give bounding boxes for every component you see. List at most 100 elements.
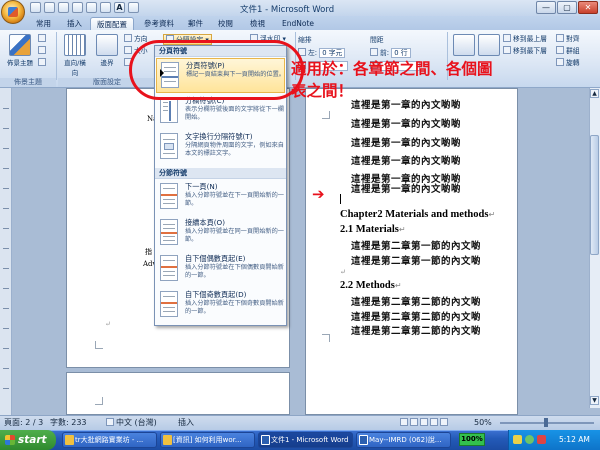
open-icon[interactable] — [86, 2, 97, 13]
tab-page-layout[interactable]: 版面配置 — [90, 17, 134, 30]
tab-endnote[interactable]: EndNote — [276, 17, 320, 30]
close-button[interactable]: ✕ — [578, 1, 598, 14]
section-heading: 2.1 Materials↵ — [340, 224, 406, 235]
vertical-ruler — [0, 88, 12, 415]
margins-button[interactable]: 邊界 — [92, 33, 122, 68]
menu-item-title: 自下個偶數頁起(E) — [185, 254, 246, 263]
text-wrap-button[interactable] — [477, 33, 500, 58]
rotate-button[interactable]: 旋轉 — [556, 58, 580, 69]
status-word-count[interactable]: 字數: 233 — [50, 417, 87, 428]
menu-item-title: 文字換行分隔符號(T) — [185, 132, 253, 141]
status-language[interactable]: 中文 (台灣) — [106, 417, 157, 428]
theme-colors-icon[interactable] — [38, 34, 48, 45]
text-wrapping-break-icon — [160, 133, 178, 159]
menu-item-description: 分隔網頁物件周圍的文字，例如來自本文的標註文字。 — [185, 142, 284, 157]
margin-corner-mark — [322, 334, 330, 342]
web-layout-view-icon[interactable] — [420, 418, 428, 426]
tray-icon[interactable] — [537, 435, 546, 444]
body-text-line: 這裡是第一章的內文喲喲 — [351, 119, 462, 130]
section-heading-text: 2.2 Methods — [340, 280, 395, 291]
font-icon[interactable]: A — [114, 2, 125, 13]
themes-button[interactable]: 佈景主題 — [4, 33, 36, 68]
tab-review[interactable]: 校閱 — [212, 17, 239, 30]
menu-item-description: 表示分欄符號後面的文字將從下一欄開始。 — [185, 106, 284, 121]
battery-indicator[interactable]: 100% — [459, 433, 485, 446]
spell-check-icon — [106, 418, 114, 426]
menu-item-title: 下一頁(N) — [185, 182, 218, 191]
tab-mailings[interactable]: 郵件 — [182, 17, 209, 30]
mouse-pointer-icon — [160, 69, 164, 77]
group-button[interactable]: 群組 — [556, 46, 580, 57]
menu-item-continuous[interactable]: 接續本頁(O) 插入分節符號並在同一頁開始新的一節。 — [156, 216, 285, 251]
menu-item-description: 插入分節符號並在同一頁開始新的一節。 — [185, 228, 284, 243]
office-button[interactable] — [1, 0, 25, 24]
margins-label: 邊界 — [100, 59, 114, 67]
even-page-break-icon — [160, 255, 178, 281]
menu-item-description: 插入分節符號並在下一頁開始新的一節。 — [185, 192, 284, 207]
scroll-up-icon[interactable]: ▲ — [590, 89, 599, 98]
taskbar-item[interactable]: May--IMRD (062)說... — [356, 432, 451, 448]
themes-label: 佈景主題 — [7, 59, 33, 67]
menu-item-next-page[interactable]: 下一頁(N) 插入分節符號並在下一頁開始新的一節。 — [156, 180, 285, 215]
theme-fonts-icon[interactable] — [38, 46, 48, 57]
document-page-3[interactable] — [66, 372, 290, 415]
bring-front-button[interactable]: 移到最上層 — [503, 34, 547, 45]
theme-effects-icon[interactable] — [38, 58, 48, 69]
spacing-before-input[interactable]: 0 行 — [391, 48, 411, 58]
full-screen-view-icon[interactable] — [410, 418, 418, 426]
page1-text-fragment: 指 — [145, 248, 152, 256]
indent-group-title: 縮排 — [298, 36, 312, 44]
red-highlight-circle — [129, 40, 304, 100]
office-logo-icon — [8, 7, 18, 17]
undo-icon[interactable] — [44, 2, 55, 13]
text-direction-button[interactable]: 直向/橫向 — [60, 33, 90, 78]
indent-left-input[interactable]: 0 字元 — [319, 48, 346, 58]
odd-page-break-icon — [160, 291, 178, 317]
tray-icon[interactable] — [513, 435, 522, 444]
taskbar-item[interactable]: tr大批網路實業坊 - ... — [62, 432, 157, 448]
print-layout-view-icon[interactable] — [400, 418, 408, 426]
margin-corner-mark — [95, 341, 103, 349]
scrollbar-thumb[interactable] — [590, 135, 599, 255]
spacing-before-icon — [370, 48, 378, 56]
tab-view[interactable]: 檢視 — [244, 17, 271, 30]
menu-item-title: 自下個奇數頁起(D) — [185, 290, 247, 299]
draft-view-icon[interactable] — [440, 418, 448, 426]
tab-insert[interactable]: 插入 — [61, 17, 88, 30]
group-label: 群組 — [566, 47, 580, 55]
print-preview-icon[interactable] — [100, 2, 111, 13]
align-button[interactable]: 對齊 — [556, 34, 580, 45]
zoom-slider-thumb[interactable] — [544, 418, 548, 427]
app-icon — [65, 435, 74, 445]
taskbar-item[interactable]: [資訊] 如何利用wor... — [160, 432, 255, 448]
menu-item-even-page[interactable]: 自下個偶數頁起(E) 插入分節符號並在下個偶數頁開始新的一節。 — [156, 252, 285, 287]
paragraph-mark: ↵ — [340, 268, 346, 276]
redo-icon[interactable] — [58, 2, 69, 13]
save-icon[interactable] — [30, 2, 41, 13]
text-cursor — [340, 194, 341, 204]
status-page[interactable]: 頁面: 2 / 3 — [4, 417, 43, 428]
status-insert-mode[interactable]: 插入 — [178, 417, 194, 428]
quick-access-more-icon[interactable] — [128, 2, 139, 13]
menu-item-description: 插入分節符號並在下個偶數頁開始新的一節。 — [185, 264, 284, 279]
maximize-button[interactable]: ▢ — [557, 1, 577, 14]
tab-home[interactable]: 常用 — [30, 17, 57, 30]
scroll-down-icon[interactable]: ▼ — [590, 396, 599, 405]
menu-item-text-wrapping-break[interactable]: 文字換行分隔符號(T) 分隔網頁物件周圍的文字，例如來自本文的標註文字。 — [156, 130, 285, 165]
tab-references[interactable]: 參考資料 — [138, 17, 180, 30]
minimize-button[interactable]: — — [536, 1, 556, 14]
clock[interactable]: 5:12 AM — [559, 435, 590, 444]
position-button[interactable] — [452, 33, 475, 58]
tray-icon[interactable] — [525, 435, 534, 444]
new-doc-icon[interactable] — [72, 2, 83, 13]
section-heading-text: 2.1 Materials — [340, 224, 399, 235]
zoom-level[interactable]: 50% — [474, 417, 492, 428]
body-text-line: 這裡是第一章的內文喲喲 — [351, 184, 462, 195]
taskbar-item-active[interactable]: 文件1 - Microsoft Word — [258, 432, 353, 448]
menu-item-odd-page[interactable]: 自下個奇數頁起(D) 插入分節符號並在下個奇數頁開始新的一節。 — [156, 288, 285, 323]
send-back-button[interactable]: 移到最下層 — [503, 46, 547, 57]
send-back-icon — [503, 46, 511, 54]
outline-view-icon[interactable] — [430, 418, 438, 426]
taskbar-item-label: 文件1 - Microsoft Word — [271, 436, 349, 444]
window-title: 文件1 - Microsoft Word — [240, 5, 335, 15]
